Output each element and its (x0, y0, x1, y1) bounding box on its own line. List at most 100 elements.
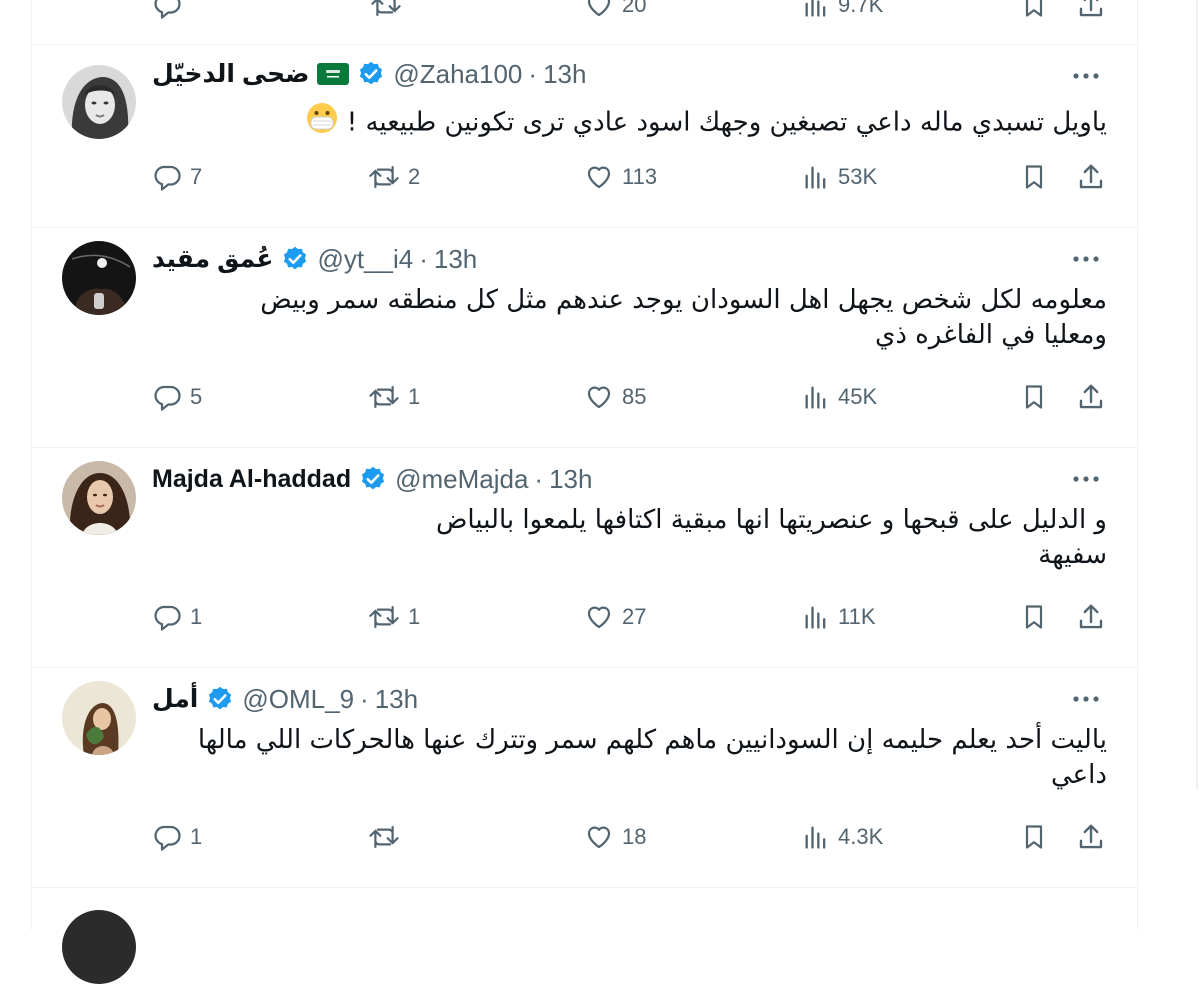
views-icon (805, 826, 826, 849)
separator-dot: · (528, 58, 538, 89)
handle[interactable]: @meMajda (395, 464, 528, 495)
reply-count: 1 (190, 824, 203, 849)
tweet-text: معلومه لكل شخص يجهل اهل السودان يوجد عند… (147, 283, 1107, 353)
display-name[interactable]: أمل (152, 684, 198, 714)
retweet-icon (369, 166, 399, 188)
more-dots-icon (1073, 476, 1099, 482)
tweet-text: و الدليل على قبحها و عنصريتها انها مبقية… (147, 503, 1107, 573)
share-icon (1079, 604, 1103, 629)
tweet[interactable]: أمل @OML_9 · 13h ياليت أحد يعلم حليمه إن… (32, 667, 1137, 888)
tweet-header: ضحى الدخيّل @Zaha100 · 13h (152, 59, 586, 89)
timestamp[interactable]: 13h (434, 244, 477, 275)
tweet-text-line: ياويل تسبدي ماله داعي تصبغين وجهك اسود ع… (346, 107, 1107, 138)
views-icon (805, 166, 826, 189)
views-button[interactable]: 4.3K (802, 820, 883, 854)
retweet-icon (369, 826, 399, 848)
medical-mask-emoji-icon (305, 101, 339, 145)
like-count: 20 (622, 0, 647, 17)
heart-icon (587, 0, 611, 17)
tweet[interactable]: عُمق مقيد @yt__i4 · 13h معلومه لكل شخص ي… (32, 227, 1137, 448)
bookmark-button[interactable] (1020, 822, 1048, 857)
views-count: 53K (838, 164, 878, 189)
reply-icon (154, 605, 181, 631)
like-button[interactable]: 20 (584, 0, 646, 22)
handle[interactable]: @OML_9 (242, 684, 354, 715)
more-options-button[interactable] (1069, 247, 1103, 271)
verified-badge-icon[interactable] (357, 60, 385, 88)
share-button[interactable] (1076, 602, 1106, 637)
retweet-button[interactable]: 2 (368, 160, 420, 194)
tweet-text: ياليت أحد يعلم حليمه إن السودانيين ماهم … (147, 723, 1107, 793)
retweet-button[interactable]: 1 (368, 600, 420, 634)
heart-icon (587, 386, 611, 409)
views-count: 9.7K (838, 0, 884, 17)
avatar[interactable] (62, 65, 136, 139)
views-count: 11K (838, 604, 876, 629)
bookmark-button[interactable] (1020, 0, 1048, 25)
handle[interactable]: @yt__i4 (317, 244, 413, 275)
verified-badge-icon[interactable] (281, 245, 309, 273)
avatar[interactable] (62, 461, 136, 535)
share-button[interactable] (1076, 382, 1106, 417)
avatar[interactable] (62, 241, 136, 315)
heart-icon (587, 606, 611, 629)
views-count: 4.3K (838, 824, 884, 849)
bookmark-button[interactable] (1020, 162, 1048, 197)
bookmark-icon (1025, 385, 1043, 409)
retweet-count: 1 (408, 604, 421, 629)
retweet-count: 1 (408, 384, 421, 409)
reply-icon (154, 165, 181, 191)
bookmark-button[interactable] (1020, 382, 1048, 417)
timestamp[interactable]: 13h (549, 464, 592, 495)
timeline-feed: 20 9.7K ضحى الدخيّل @Zaha100 · 13h ياويل… (31, 0, 1138, 984)
views-button[interactable]: 11K (802, 600, 876, 634)
avatar[interactable] (62, 681, 136, 755)
display-name[interactable]: ضحى الدخيّل (152, 59, 309, 89)
retweet-button[interactable] (370, 0, 402, 22)
like-button[interactable]: 18 (584, 820, 646, 854)
retweet-button[interactable] (368, 820, 400, 854)
reply-icon (154, 385, 181, 411)
retweet-count: 2 (408, 164, 421, 189)
views-button[interactable]: 9.7K (802, 0, 883, 22)
retweet-button[interactable]: 1 (368, 380, 420, 414)
tweet[interactable]: ضحى الدخيّل @Zaha100 · 13h ياويل تسبدي م… (32, 44, 1137, 228)
views-button[interactable]: 45K (802, 380, 877, 414)
like-count: 113 (622, 164, 658, 189)
more-options-button[interactable] (1069, 687, 1103, 711)
reply-count: 7 (190, 164, 203, 189)
reply-button[interactable]: 1 (152, 600, 202, 634)
reply-button[interactable]: 7 (152, 160, 202, 194)
views-icon (805, 0, 826, 17)
reply-button[interactable] (152, 0, 182, 22)
like-count: 27 (622, 604, 647, 629)
more-options-button[interactable] (1069, 467, 1103, 491)
tweet[interactable]: Majda Al-haddad @meMajda · 13h و الدليل … (32, 447, 1137, 668)
share-icon (1079, 164, 1103, 189)
views-button[interactable]: 53K (802, 160, 877, 194)
timestamp[interactable]: 13h (543, 59, 586, 90)
tweet-text: ياويل تسبدي ماله داعي تصبغين وجهك اسود ع… (147, 101, 1107, 145)
handle[interactable]: @Zaha100 (393, 59, 522, 90)
display-name[interactable]: Majda Al-haddad (152, 465, 351, 494)
separator-dot: · (360, 683, 369, 714)
display-name[interactable]: عُمق مقيد (152, 244, 273, 274)
like-button[interactable]: 85 (584, 380, 646, 414)
share-button[interactable] (1076, 822, 1106, 857)
bookmark-icon (1025, 605, 1043, 629)
reply-button[interactable]: 5 (152, 380, 202, 414)
share-button[interactable] (1076, 0, 1106, 25)
reply-button[interactable]: 1 (152, 820, 202, 854)
timestamp[interactable]: 13h (375, 684, 418, 715)
verified-badge-icon[interactable] (359, 465, 387, 493)
right-column-divider (1196, 0, 1198, 790)
like-button[interactable]: 113 (584, 160, 657, 194)
share-icon (1079, 0, 1103, 17)
share-button[interactable] (1076, 162, 1106, 197)
share-icon (1079, 824, 1103, 849)
bookmark-button[interactable] (1020, 602, 1048, 637)
more-options-button[interactable] (1069, 64, 1103, 88)
verified-badge-icon[interactable] (206, 685, 234, 713)
like-button[interactable]: 27 (584, 600, 646, 634)
avatar[interactable] (62, 910, 136, 984)
